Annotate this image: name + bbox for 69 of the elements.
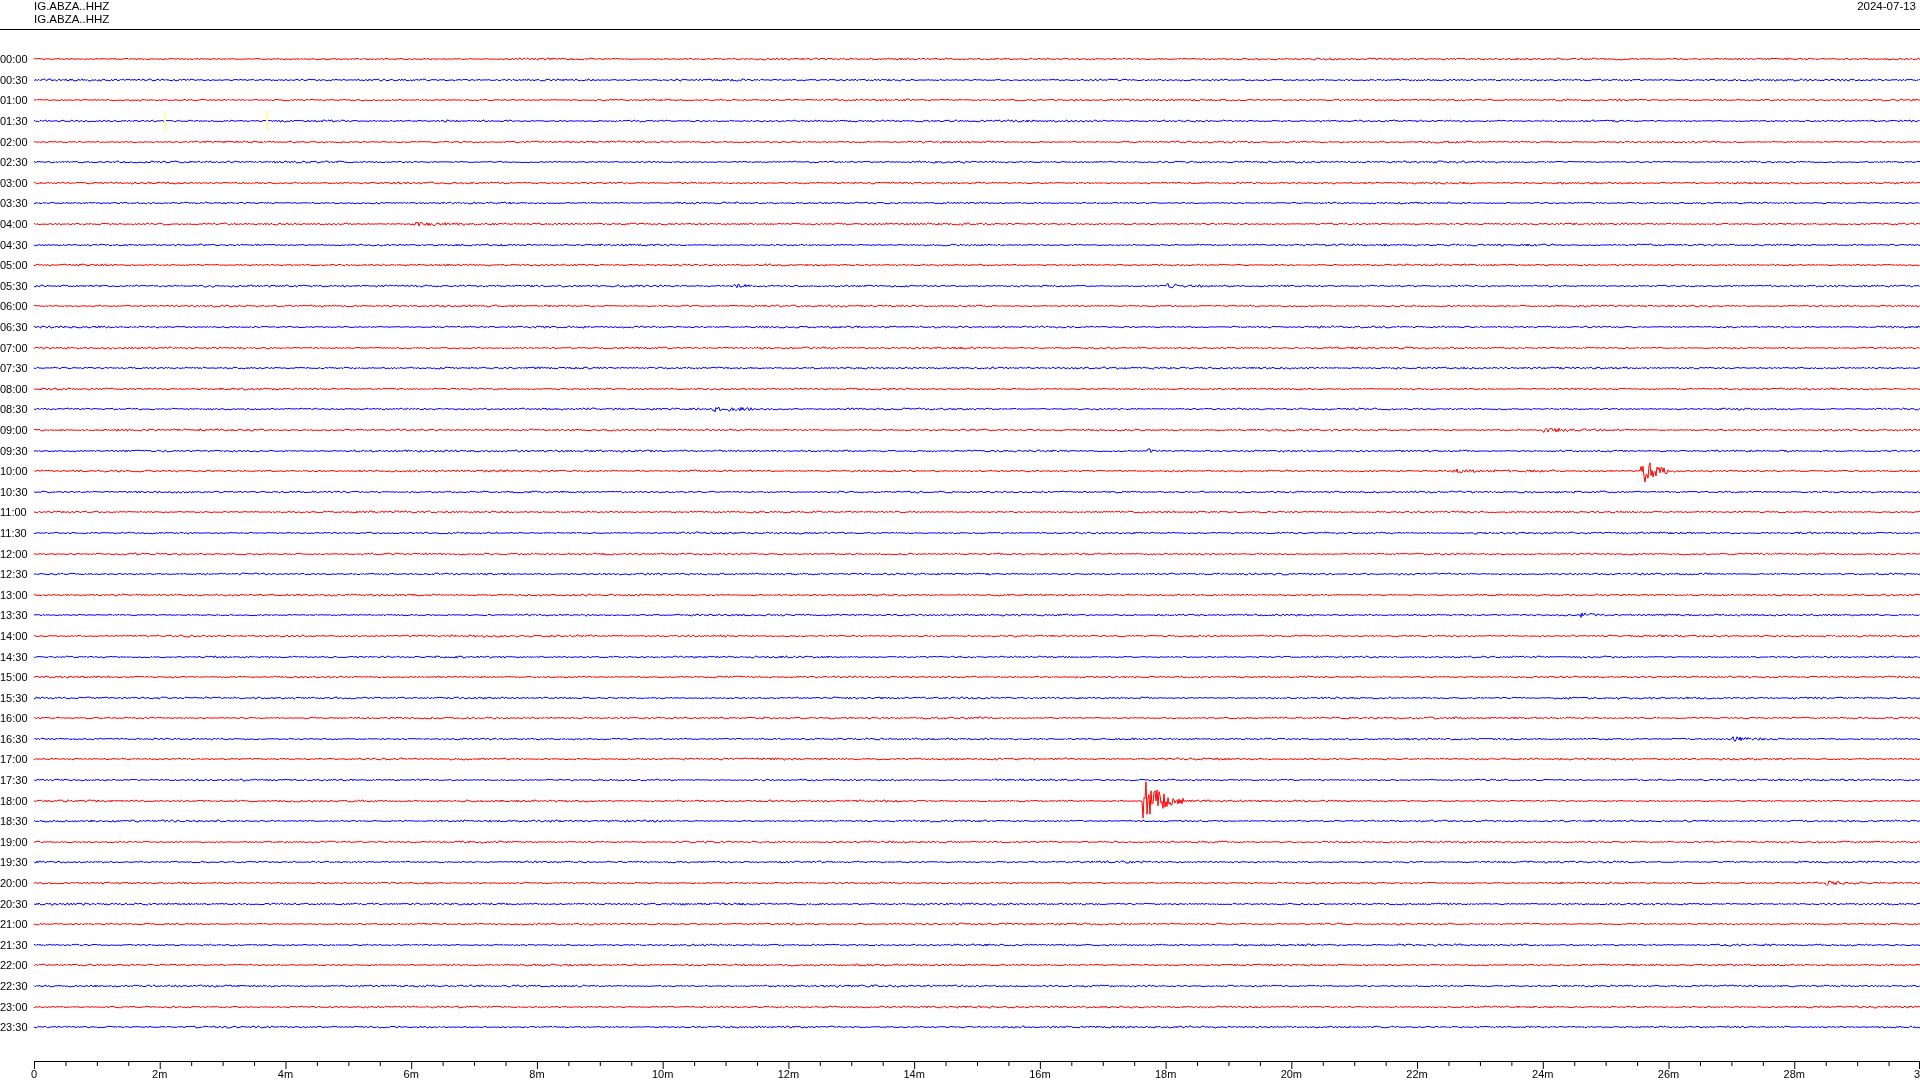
axis-tick-label: 24m — [1532, 1069, 1554, 1080]
gap-marker — [266, 111, 268, 132]
time-label: 18:30 — [0, 815, 29, 828]
axis-tick-label: 0 — [30, 1069, 38, 1080]
time-label: 19:00 — [0, 835, 29, 848]
axis-tick-label: 14m — [903, 1069, 925, 1080]
time-label: 09:00 — [0, 424, 29, 436]
time-label: 02:30 — [0, 156, 29, 169]
time-label: 13:00 — [0, 588, 29, 601]
time-label: 17:30 — [0, 774, 29, 787]
time-label: 12:00 — [0, 547, 29, 560]
time-label: 07:00 — [0, 341, 29, 354]
time-label: 03:30 — [0, 197, 29, 210]
time-label: 07:30 — [0, 362, 29, 375]
time-label: 15:00 — [0, 671, 29, 684]
time-label: 21:00 — [0, 918, 29, 931]
time-label: 16:00 — [0, 712, 29, 725]
time-label: 17:00 — [0, 753, 29, 766]
gap-marker — [164, 111, 166, 132]
time-label: 12:30 — [0, 568, 29, 581]
time-label: 22:30 — [0, 980, 29, 992]
time-label: 21:30 — [0, 938, 29, 951]
station-label: IG.ABZA..HHZ — [34, 0, 110, 13]
axis-tick-label: 6m — [403, 1069, 419, 1080]
axis-tick-label: 18m — [1154, 1069, 1177, 1080]
time-label: 11:30 — [0, 526, 28, 539]
time-label: 04:30 — [0, 238, 29, 251]
station-label: IG.ABZA..HHZ — [34, 13, 110, 26]
time-label: 13:30 — [0, 609, 29, 622]
time-label: 14:30 — [0, 650, 29, 663]
time-label: 00:00 — [0, 53, 29, 66]
time-label: 08:00 — [0, 382, 29, 395]
axis-tick-label: 12m — [777, 1069, 800, 1080]
time-label: 00:30 — [0, 73, 29, 86]
time-label: 18:00 — [0, 794, 29, 807]
axis-tick-label: 10m — [651, 1069, 674, 1080]
time-label: 05:00 — [0, 259, 29, 272]
axis-tick-label: 26m — [1657, 1069, 1680, 1080]
time-label: 10:00 — [0, 465, 29, 478]
time-label: 04:00 — [0, 218, 29, 231]
time-label: 01:00 — [0, 94, 29, 107]
time-label: 23:30 — [0, 1021, 29, 1034]
time-label: 08:30 — [0, 403, 29, 416]
time-label: 06:30 — [0, 321, 29, 333]
axis-tick-label: 4m — [277, 1069, 294, 1080]
time-label: 09:30 — [0, 444, 29, 457]
time-label: 22:00 — [0, 959, 29, 972]
time-label: 01:30 — [0, 115, 29, 128]
axis-tick-label: 8m — [529, 1069, 545, 1080]
time-label: 06:00 — [0, 300, 29, 313]
time-label: 03:00 — [0, 176, 29, 189]
axis-tick-label: 22m — [1406, 1069, 1428, 1080]
time-label: 10:30 — [0, 485, 29, 498]
time-label: 11:00 — [0, 506, 28, 519]
axis-tick-label: 28m — [1783, 1069, 1805, 1080]
time-label: 16:30 — [0, 732, 29, 745]
time-label: 02:00 — [0, 135, 29, 148]
date-label: 2024-07-13 — [1857, 0, 1916, 14]
time-label: 14:00 — [0, 629, 29, 642]
axis-tick-label: 3 — [1913, 1069, 1920, 1080]
axis-tick-label: 2m — [152, 1069, 168, 1080]
time-label: 20:30 — [0, 897, 29, 910]
time-label: 23:00 — [0, 1000, 29, 1013]
time-label: 20:00 — [0, 877, 29, 890]
time-label: 05:30 — [0, 279, 29, 292]
axis-tick-label: 20m — [1280, 1069, 1303, 1080]
axis-tick-label: 16m — [1029, 1069, 1051, 1080]
time-label: 15:30 — [0, 691, 29, 704]
time-label: 19:30 — [0, 856, 29, 869]
